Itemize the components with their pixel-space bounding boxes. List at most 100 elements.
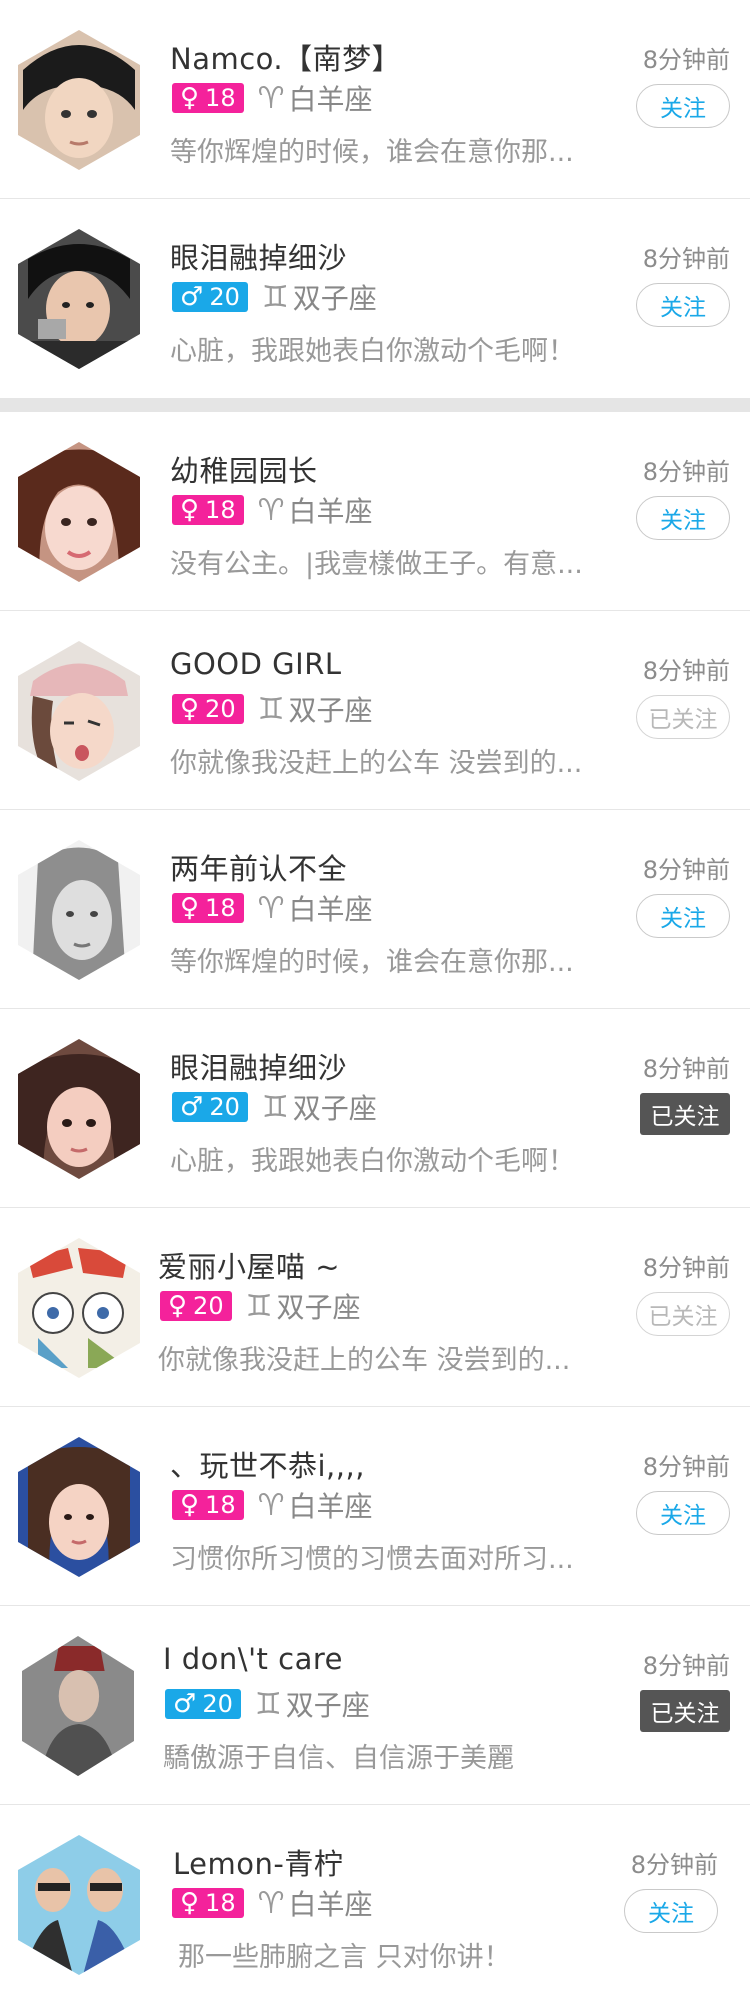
timestamp: 8分钟前: [642, 46, 730, 74]
aries-icon: ♈: [257, 80, 285, 116]
zodiac-label: ♈ 白羊座: [258, 490, 373, 530]
user-row[interactable]: I don\'t care ♂ 20 ♊ 双子座 驕傲源于自信、自信源于美麗 8…: [0, 1606, 750, 1805]
signature-text: 那一些肺腑之言 只对你讲！: [178, 1942, 511, 1973]
female-icon: ♀: [168, 1291, 188, 1321]
female-icon: ♀: [180, 1888, 200, 1918]
user-row[interactable]: GOOD GIRL ♀ 20 ♊ 双子座 你就像我没赶上的公车 没尝到的... …: [0, 611, 750, 810]
user-tags: ♀ 20 ♊ 双子座: [160, 1288, 361, 1324]
avatar[interactable]: [18, 840, 140, 980]
followed-button[interactable]: 已关注: [640, 1093, 730, 1135]
followed-button[interactable]: 已关注: [640, 1690, 730, 1732]
zodiac-text: 双子座: [288, 694, 373, 727]
male-icon: ♂: [173, 1689, 197, 1719]
aries-icon: ♈: [257, 492, 285, 528]
user-tags: ♂ 20 ♊ 双子座: [172, 1090, 377, 1125]
username[interactable]: Lemon-青柠: [173, 1841, 343, 1883]
aries-icon: ♈: [257, 1487, 285, 1523]
age-label: 20: [205, 695, 236, 723]
avatar[interactable]: [18, 1437, 140, 1577]
zodiac-text: 白羊座: [288, 1490, 373, 1523]
signature-text: 你就像我没赶上的公车 没尝到的...: [158, 1345, 571, 1376]
user-row[interactable]: Lemon-青柠 ♀ 18 ♈ 白羊座 那一些肺腑之言 只对你讲！ 8分钟前 关…: [0, 1805, 750, 2011]
user-row[interactable]: 、玩世不恭i,,,, ♀ 18 ♈ 白羊座 习惯你所习惯的习惯去面对所习... …: [0, 1407, 750, 1606]
signature-text: 心脏，我跟她表白你激动个毛啊！: [170, 1146, 575, 1177]
username[interactable]: 眼泪融掉细沙: [170, 1045, 347, 1087]
user-tags: ♀ 18 ♈ 白羊座: [172, 81, 373, 116]
follow-button[interactable]: 关注: [636, 496, 730, 540]
zodiac-label: ♈ 白羊座: [258, 1883, 373, 1923]
username[interactable]: 爱丽小屋喵 ~: [158, 1244, 340, 1286]
timestamp: 8分钟前: [642, 657, 730, 685]
avatar[interactable]: [18, 641, 140, 781]
avatar[interactable]: [18, 1238, 140, 1378]
user-tags: ♀ 18 ♈ 白羊座: [172, 1488, 373, 1523]
avatar[interactable]: [18, 1835, 140, 1975]
zodiac-text: 双子座: [292, 1092, 377, 1125]
zodiac-label: ♊ 双子座: [262, 1087, 377, 1127]
user-row[interactable]: Namco.【南梦】 ♀ 18 ♈ 白羊座 等你辉煌的时候，谁会在意你那... …: [0, 0, 750, 199]
follow-button[interactable]: 关注: [636, 84, 730, 128]
zodiac-label: ♈ 白羊座: [258, 78, 373, 118]
gender-age-badge: ♂ 20: [172, 282, 248, 312]
followed-button[interactable]: 已关注: [636, 1292, 730, 1336]
user-tags: ♂ 20 ♊ 双子座: [172, 280, 377, 315]
user-row[interactable]: 两年前认不全 ♀ 18 ♈ 白羊座 等你辉煌的时候，谁会在意你那... 8分钟前…: [0, 810, 750, 1009]
user-row[interactable]: 眼泪融掉细沙 ♂ 20 ♊ 双子座 心脏，我跟她表白你激动个毛啊！ 8分钟前 已…: [0, 1009, 750, 1208]
zodiac-text: 白羊座: [288, 1888, 373, 1921]
username[interactable]: 幼稚园园长: [170, 448, 318, 490]
gender-age-badge: ♀ 20: [172, 694, 244, 724]
age-label: 20: [193, 1292, 224, 1320]
gemini-icon: ♊: [245, 1288, 273, 1324]
aries-icon: ♈: [257, 890, 285, 926]
avatar[interactable]: [18, 1039, 140, 1179]
followed-button[interactable]: 已关注: [636, 695, 730, 739]
username[interactable]: 、玩世不恭i,,,,: [170, 1443, 365, 1485]
zodiac-label: ♈ 白羊座: [258, 1485, 373, 1525]
user-tags: ♀ 18 ♈ 白羊座: [172, 493, 373, 528]
avatar[interactable]: [18, 442, 140, 582]
zodiac-text: 双子座: [292, 282, 377, 315]
avatar[interactable]: [22, 1636, 134, 1776]
timestamp: 8分钟前: [642, 1055, 730, 1083]
signature-text: 心脏，我跟她表白你激动个毛啊！: [170, 336, 575, 367]
female-icon: ♀: [180, 694, 200, 724]
timestamp: 8分钟前: [642, 856, 730, 884]
user-row[interactable]: 爱丽小屋喵 ~ ♀ 20 ♊ 双子座 你就像我没赶上的公车 没尝到的... 8分…: [0, 1208, 750, 1407]
age-label: 18: [205, 894, 236, 922]
zodiac-text: 白羊座: [288, 495, 373, 528]
user-row[interactable]: 眼泪融掉细沙 ♂ 20 ♊ 双子座 心脏，我跟她表白你激动个毛啊！ 8分钟前 关…: [0, 199, 750, 398]
user-row[interactable]: 幼稚园园长 ♀ 18 ♈ 白羊座 没有公主。|我壹樣做王子。有意... 8分钟前…: [0, 412, 750, 611]
gender-age-badge: ♀ 18: [172, 893, 244, 923]
age-label: 20: [202, 1690, 233, 1718]
user-tags: ♀ 18 ♈ 白羊座: [172, 891, 373, 926]
male-icon: ♂: [180, 282, 204, 312]
signature-text: 驕傲源于自信、自信源于美麗: [163, 1743, 514, 1774]
gender-age-badge: ♀ 18: [172, 495, 244, 525]
aries-icon: ♈: [257, 1885, 285, 1921]
zodiac-text: 白羊座: [288, 893, 373, 926]
age-label: 18: [205, 1491, 236, 1519]
follow-button[interactable]: 关注: [636, 894, 730, 938]
male-icon: ♂: [180, 1092, 204, 1122]
zodiac-text: 双子座: [276, 1291, 361, 1324]
username[interactable]: GOOD GIRL: [170, 647, 342, 681]
username[interactable]: I don\'t care: [163, 1642, 343, 1676]
female-icon: ♀: [180, 1490, 200, 1520]
user-tags: ♂ 20 ♊ 双子座: [165, 1687, 370, 1722]
timestamp: 8分钟前: [630, 1851, 718, 1879]
female-icon: ♀: [180, 495, 200, 525]
username[interactable]: Namco.【南梦】: [170, 36, 401, 78]
username[interactable]: 两年前认不全: [170, 846, 347, 888]
signature-text: 等你辉煌的时候，谁会在意你那...: [170, 947, 574, 978]
timestamp: 8分钟前: [642, 458, 730, 486]
zodiac-text: 双子座: [285, 1689, 370, 1722]
follow-button[interactable]: 关注: [636, 1491, 730, 1535]
avatar[interactable]: [18, 229, 140, 369]
username[interactable]: 眼泪融掉细沙: [170, 235, 347, 277]
timestamp: 8分钟前: [642, 1254, 730, 1282]
age-label: 18: [205, 496, 236, 524]
follow-button[interactable]: 关注: [636, 283, 730, 327]
zodiac-label: ♈ 白羊座: [258, 888, 373, 928]
follow-button[interactable]: 关注: [624, 1889, 718, 1933]
avatar[interactable]: [18, 30, 140, 170]
